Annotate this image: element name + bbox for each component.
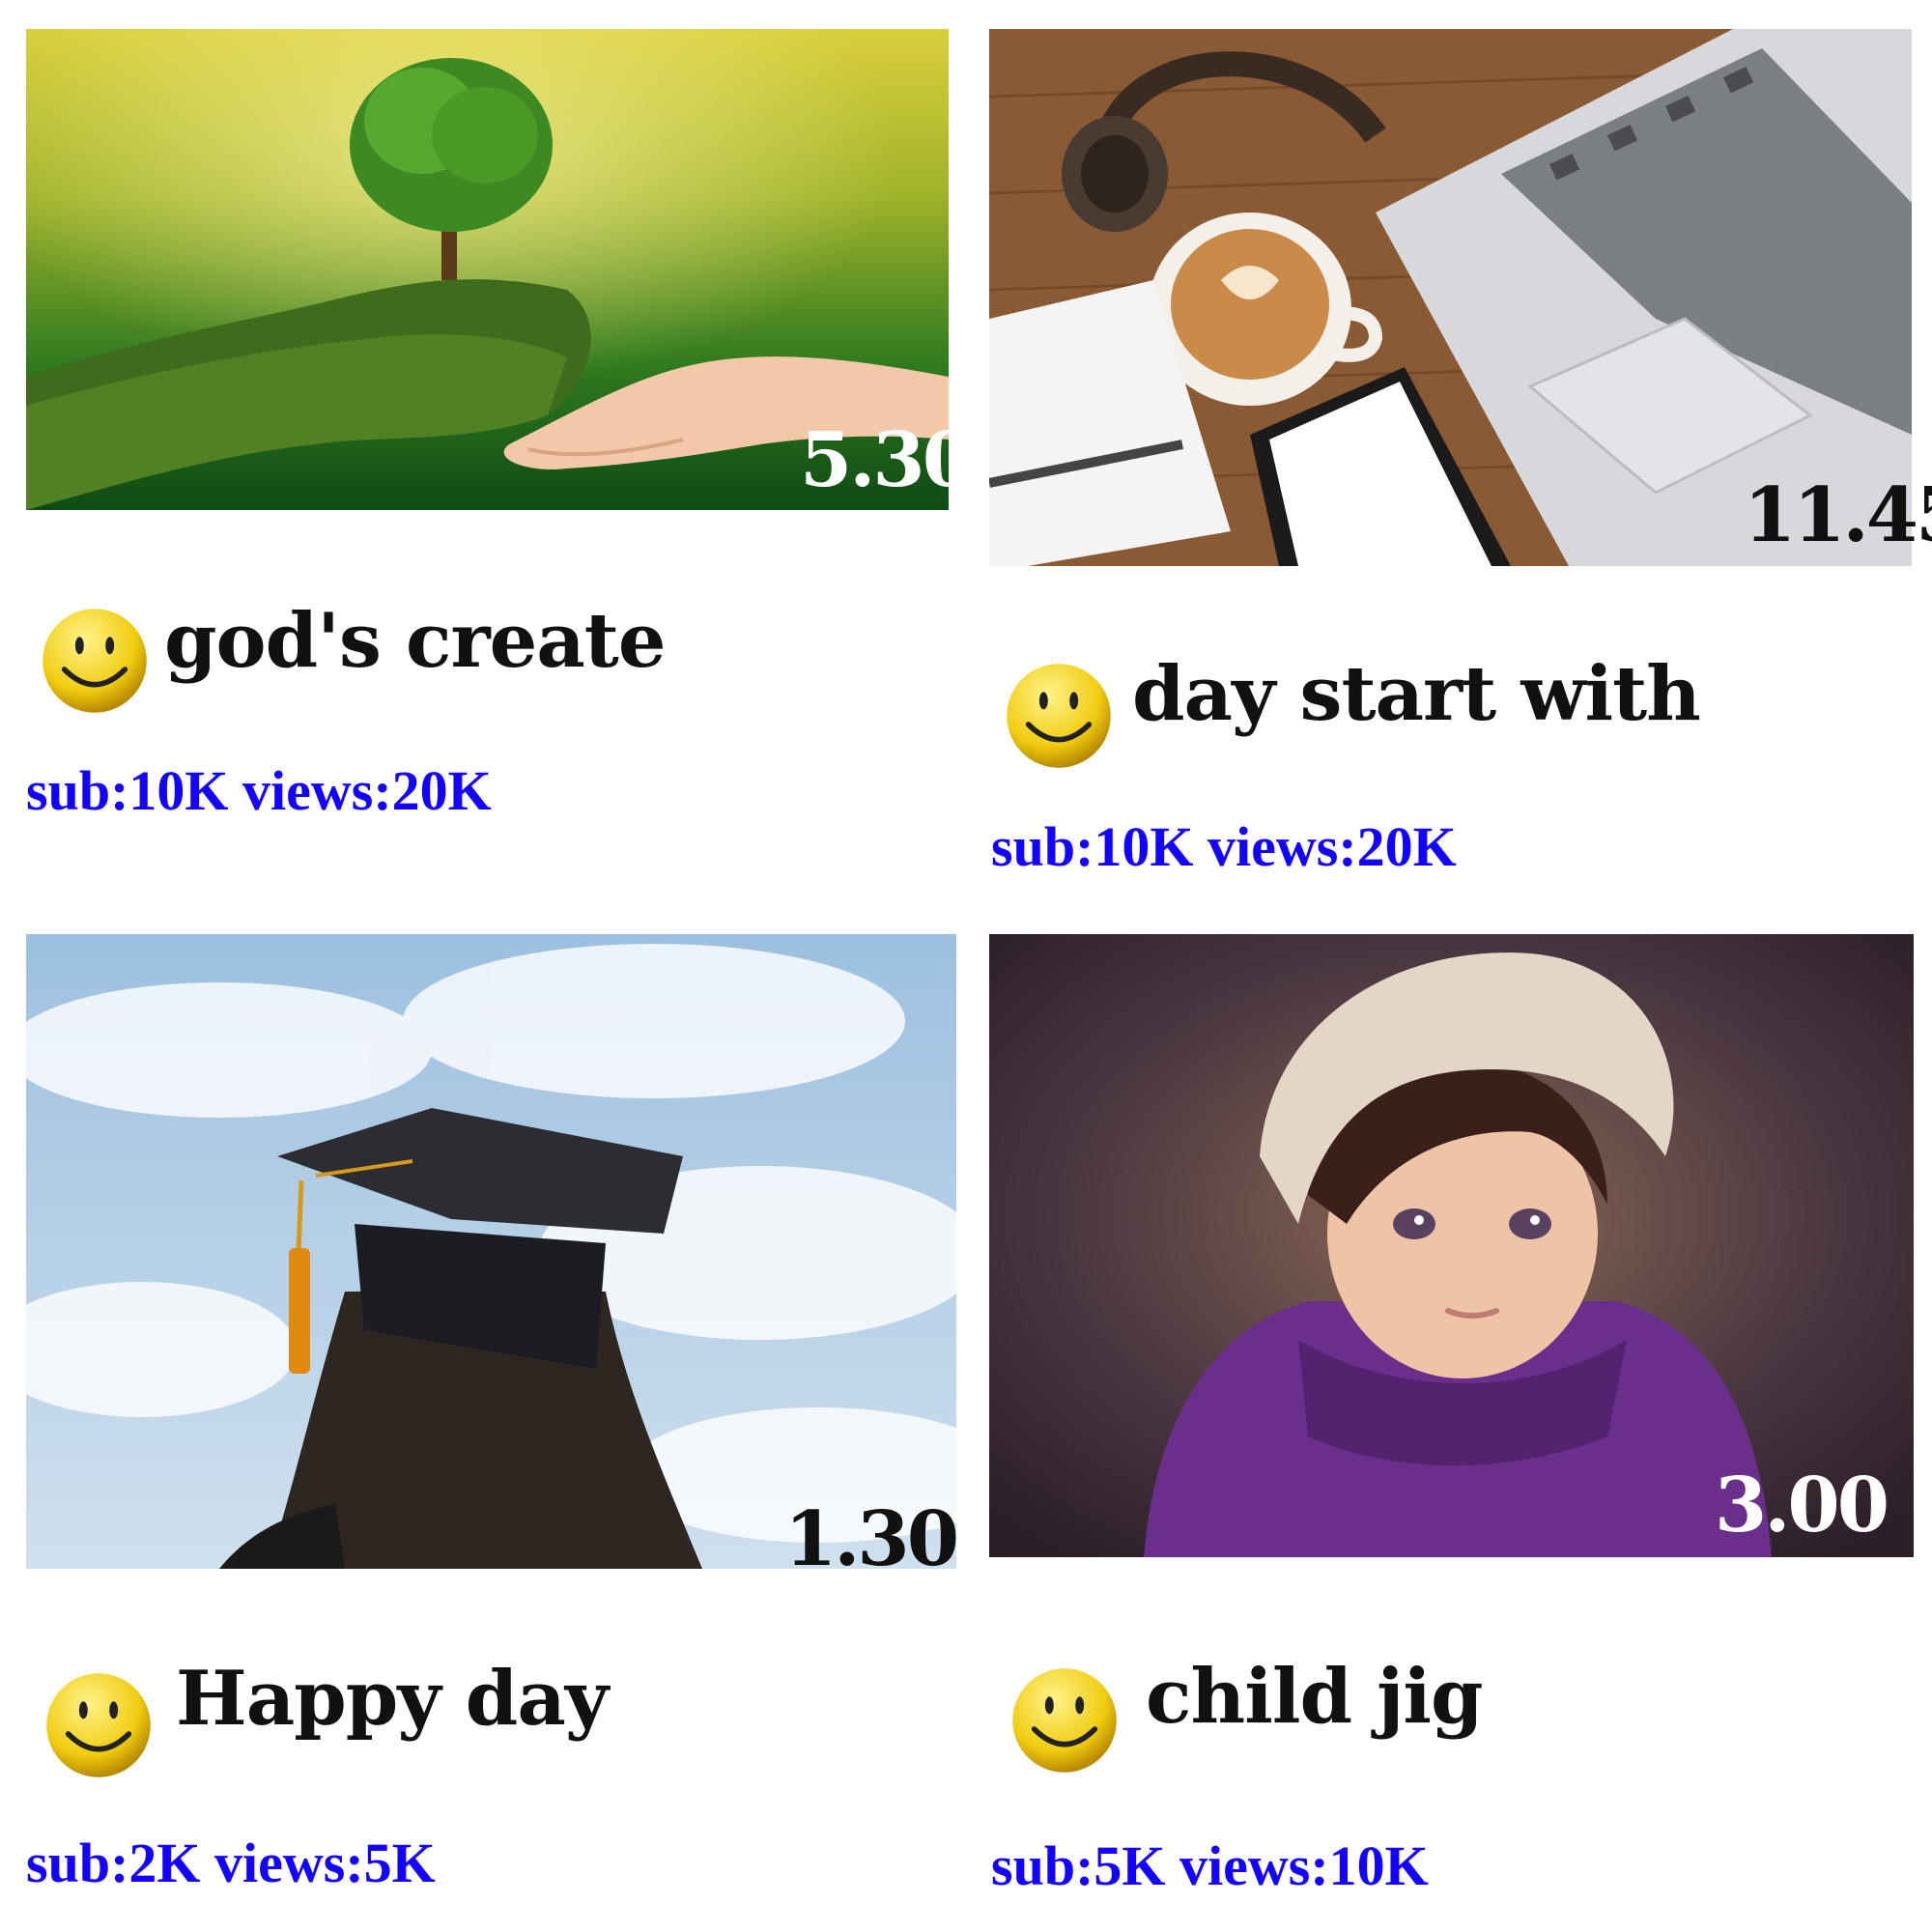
video-thumbnail[interactable]	[26, 934, 956, 1569]
video-title[interactable]: day start with	[1132, 657, 1701, 732]
video-duration: 3.00	[1715, 1462, 1889, 1549]
video-stats: sub:10K views:20K	[991, 819, 1457, 875]
video-stats: sub:5K views:10K	[991, 1838, 1429, 1894]
smiley-face-icon	[1005, 662, 1113, 770]
view-count: views:10K	[1179, 1834, 1429, 1897]
video-duration: 1.30	[784, 1495, 959, 1583]
video-duration: 11.45	[1744, 471, 1932, 559]
video-title[interactable]: child jig	[1146, 1660, 1484, 1735]
subscriber-count: sub:10K	[991, 815, 1194, 878]
subscriber-count: sub:10K	[26, 759, 229, 822]
video-duration: 5.30	[800, 416, 975, 504]
subscriber-count: sub:2K	[26, 1832, 201, 1894]
smiley-face-icon	[41, 607, 149, 715]
view-count: views:20K	[1208, 815, 1457, 878]
smiley-face-icon	[44, 1671, 153, 1779]
video-stats: sub:2K views:5K	[26, 1835, 436, 1891]
video-stats: sub:10K views:20K	[26, 763, 492, 819]
view-count: views:20K	[242, 759, 492, 822]
smiley-face-icon	[1010, 1666, 1119, 1775]
video-title[interactable]: god's create	[164, 604, 666, 679]
subscriber-count: sub:5K	[991, 1834, 1166, 1897]
view-count: views:5K	[214, 1832, 436, 1894]
video-title[interactable]: Happy day	[176, 1662, 609, 1737]
